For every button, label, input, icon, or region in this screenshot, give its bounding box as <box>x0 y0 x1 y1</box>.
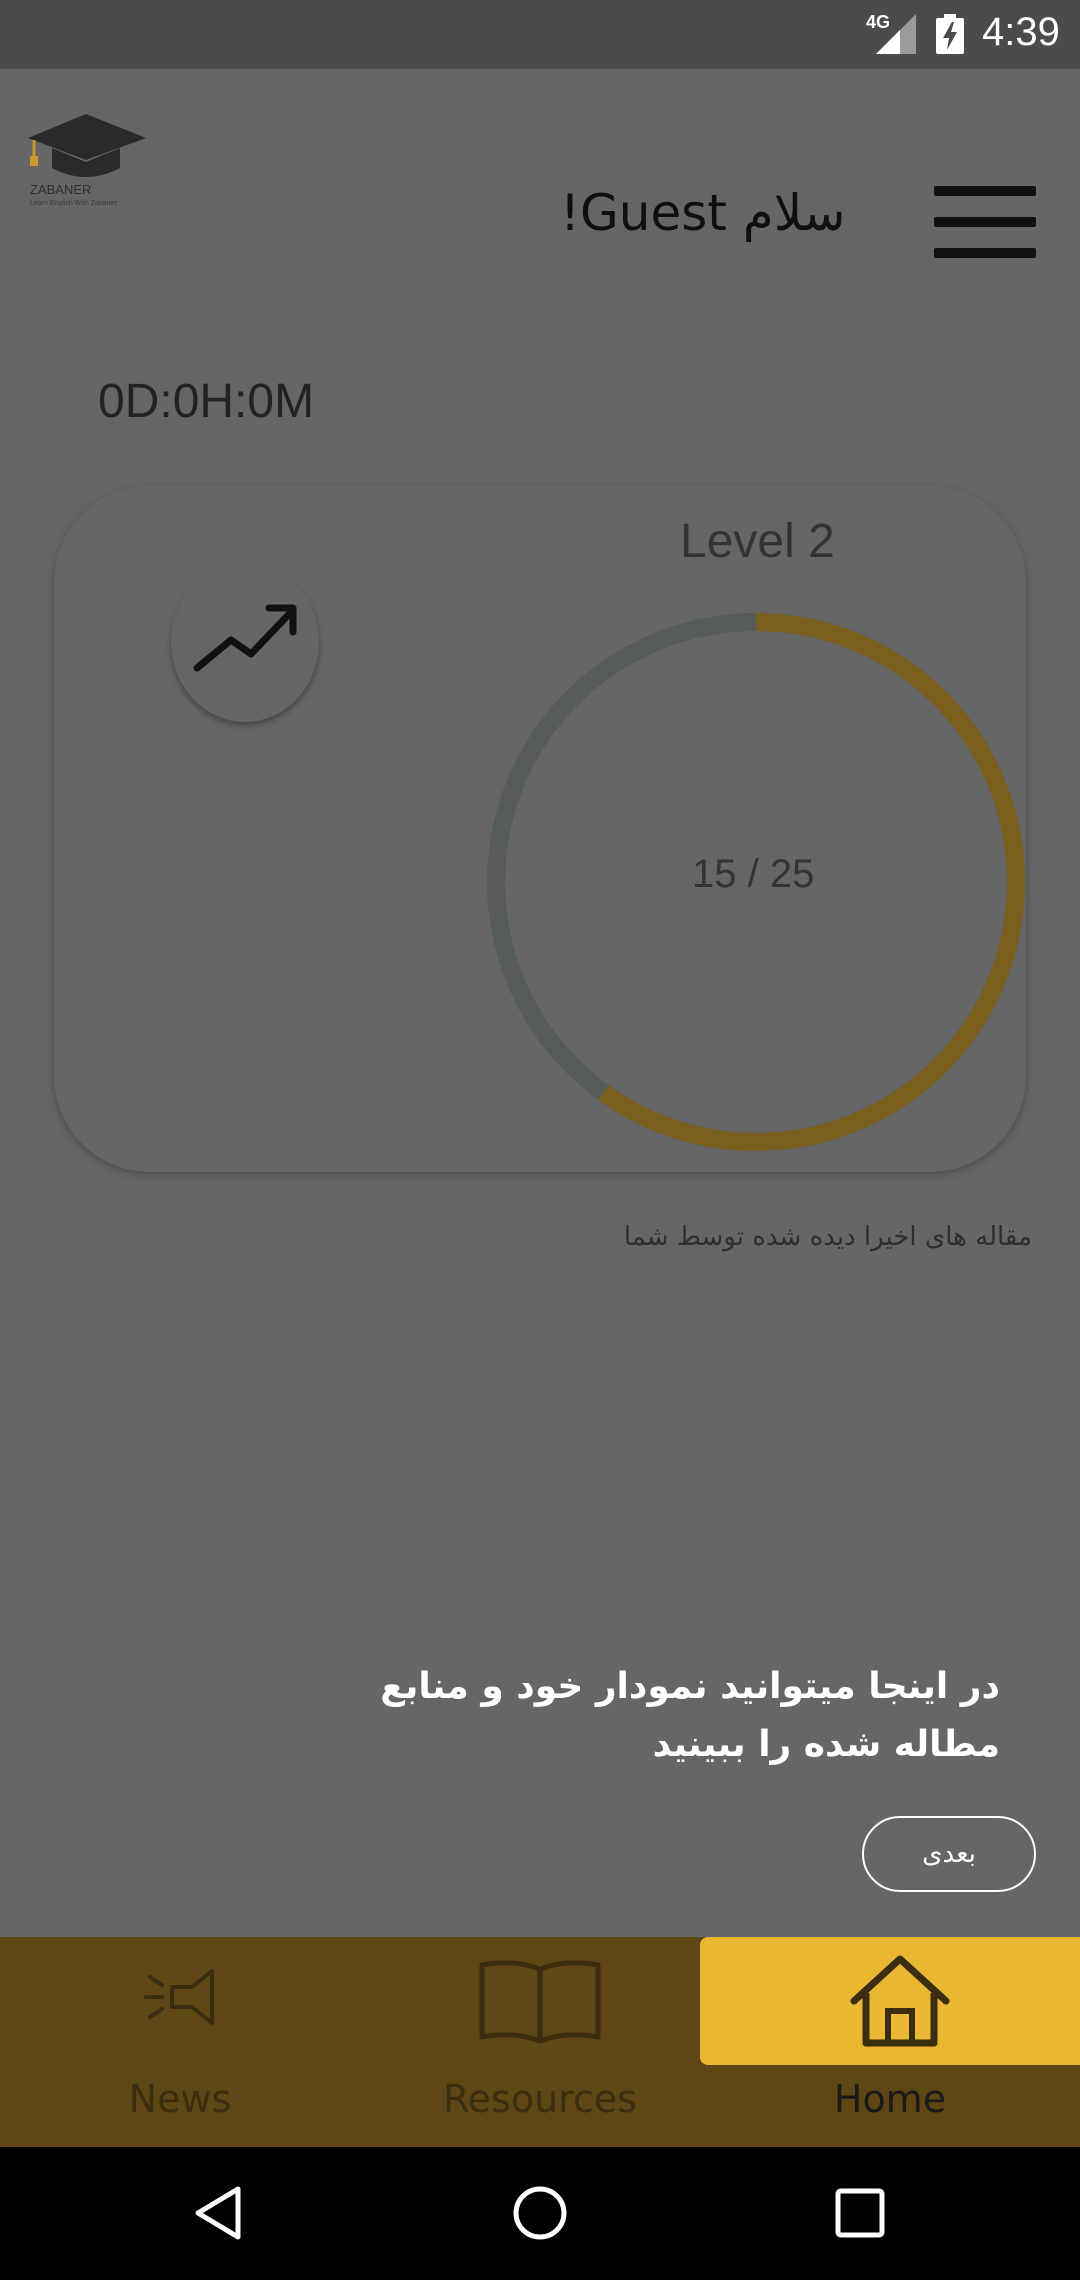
back-icon[interactable] <box>190 2183 250 2243</box>
megaphone-icon <box>144 1969 214 2025</box>
house-icon <box>850 1955 950 2047</box>
recents-square-icon[interactable] <box>830 2183 890 2243</box>
home-circle-icon[interactable] <box>510 2183 570 2243</box>
signal-icon <box>876 14 916 54</box>
open-book-icon <box>479 1960 601 2044</box>
battery-charging-icon <box>936 14 964 54</box>
progress-count: 15 / 25 <box>692 852 815 896</box>
menu-bar <box>934 217 1036 227</box>
nav-item-home[interactable]: Home <box>700 1937 1080 2147</box>
nav-label-home: Home <box>833 2077 947 2121</box>
next-button[interactable]: بعدی <box>862 1816 1036 1892</box>
logo-name: ZABANER <box>30 182 92 197</box>
level-label: Level 2 <box>680 515 835 568</box>
menu-bar <box>934 186 1036 196</box>
greeting: سلام Guest! <box>560 184 846 242</box>
nav-item-resources[interactable]: Resources <box>360 1937 720 2147</box>
nav-label-resources: Resources <box>442 2077 638 2121</box>
status-bar: 4G 4:39 <box>0 0 1080 69</box>
logo-tagline: Learn English With Zabaner <box>30 200 117 207</box>
chart-button[interactable] <box>171 562 319 722</box>
nav-label-news: News <box>128 2077 232 2121</box>
recent-articles-heading: مقاله های اخیرا دیده شده توسط شما <box>623 1222 1032 1252</box>
onboarding-hint: در اینجا میتوانید نمودار خود و منابع مطا… <box>380 1666 1000 1765</box>
trending-up-icon <box>193 604 297 672</box>
menu-bar <box>934 248 1036 258</box>
nav-item-news[interactable]: News <box>0 1937 360 2147</box>
hamburger-menu-icon[interactable] <box>934 186 1036 258</box>
clock: 4:39 <box>982 10 1060 54</box>
study-timer: 0D:0H:0M <box>98 375 315 428</box>
bottom-navigation: News Resources Home <box>0 1937 1080 2147</box>
system-navigation-bar <box>0 2147 1080 2280</box>
